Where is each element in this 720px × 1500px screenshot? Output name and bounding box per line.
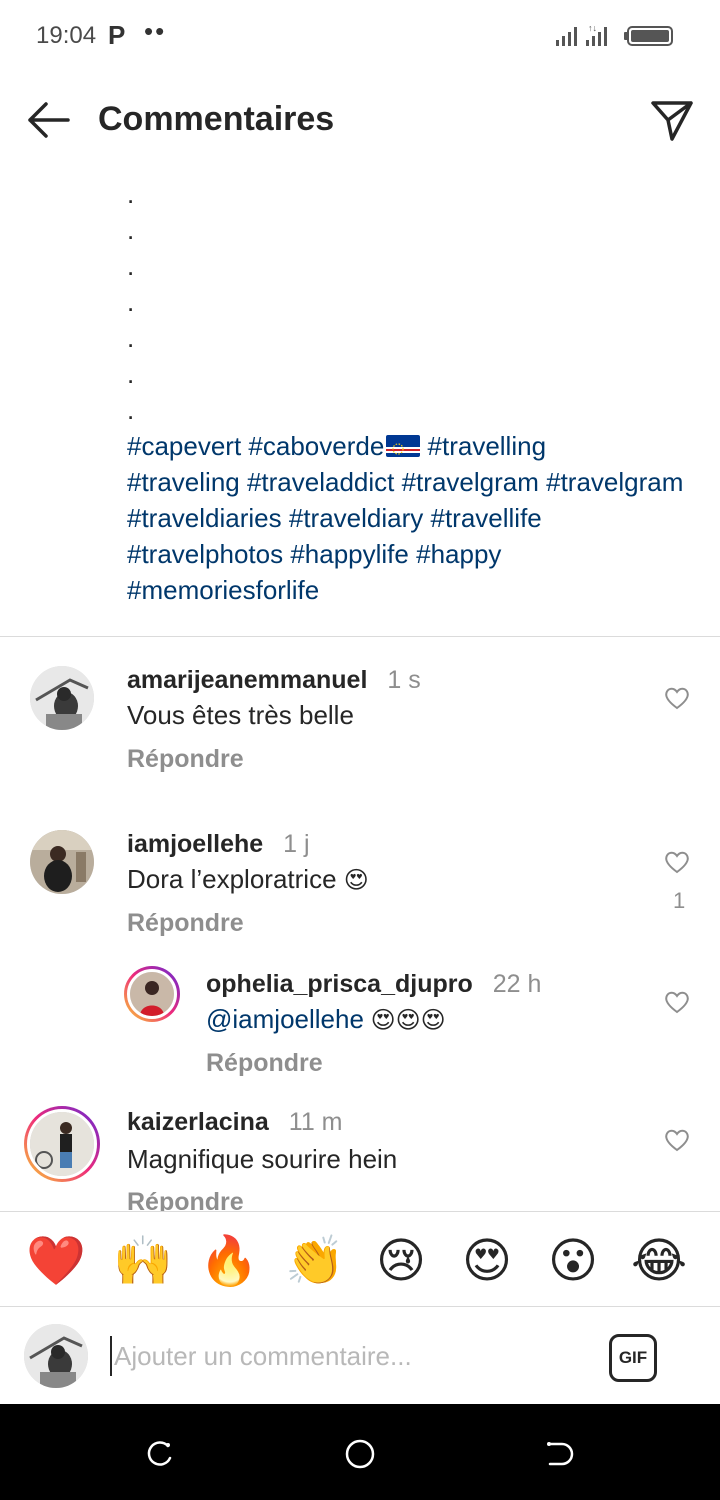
hashtag-links[interactable]: #capevert #caboverde [127,431,384,461]
caption-dot: . [127,251,135,281]
avatar-photo [127,969,177,1019]
clapping-emoji-button[interactable]: 👏 [285,1232,345,1292]
heart-icon[interactable] [664,990,690,1014]
arrow-left-icon[interactable] [24,96,72,144]
hashtags: #capevert #caboverde #travelling #travel… [127,428,687,608]
surprised-emoji-button[interactable]: 😮 [543,1232,603,1292]
caption-dot: . [127,359,135,389]
comment-time: 11 m [288,1108,343,1136]
avatar[interactable] [30,830,94,894]
comment-username[interactable]: amarijeanemmanuel [127,666,367,694]
avatar-photo [24,1324,88,1388]
caption-dot: . [127,395,135,425]
caption-dot: . [127,215,135,245]
recent-apps-icon[interactable] [144,1438,176,1470]
comment-composer: GIF [0,1308,720,1404]
status-time: 19:04 [36,22,97,49]
hashtag-links[interactable]: #travelling [420,431,547,461]
comment-text: @iamjoellehe 😍😍😍 [206,1004,446,1035]
comment-text: Vous êtes très belle [127,700,354,730]
avatar[interactable] [124,966,180,1022]
avatar[interactable] [24,1106,100,1182]
divider [0,636,720,637]
crying-emoji-button[interactable]: 😢 [371,1232,431,1292]
comment-time: 22 h [492,970,542,998]
paper-plane-icon[interactable] [650,98,694,142]
user-mention[interactable]: @iamjoellehe [206,1004,364,1034]
hashtag-links[interactable]: #traveling #traveladdict #travelgram [127,467,539,497]
comment-text: Magnifique sourire hein [127,1144,398,1174]
reply-button[interactable]: Répondre [127,745,244,774]
notification-dots: •• [144,16,167,46]
heart-icon[interactable] [664,1128,690,1152]
comment-reply-item: ophelia_prisca_djupro 22 h @iamjoellehe 😍… [0,964,720,1094]
comment-header: iamjoellehe 1 j [127,830,310,859]
avatar[interactable] [30,666,94,730]
page-title: Commentaires [98,100,335,138]
comment-header: kaizerlacina 11 m [127,1108,343,1137]
quick-emoji-bar: ❤️ 🙌 🔥 👏 😢 😍 😮 😂 [0,1211,720,1307]
gif-button[interactable]: GIF [609,1334,657,1382]
avatar-photo [30,666,94,730]
heart-eyes-emoji: 😍 [343,867,369,894]
back-icon[interactable] [544,1438,576,1470]
avatar-photo [27,1109,97,1179]
heart-eyes-emoji: 😍😍😍 [363,1007,446,1034]
raising-hands-emoji-button[interactable]: 🙌 [113,1232,173,1292]
comment-input[interactable] [110,1336,580,1376]
comment-header: ophelia_prisca_djupro 22 h [206,970,541,999]
reply-button[interactable]: Répondre [206,1049,323,1078]
heart-icon[interactable] [664,686,690,710]
header: Commentaires [0,72,720,168]
home-icon[interactable] [344,1438,376,1470]
status-bar: 19:04 P •• ↑↓ [0,0,720,72]
comment-item: kaizerlacina 11 m Magnifique sourire hein… [0,1104,720,1211]
comment-username[interactable]: kaizerlacina [127,1108,269,1136]
heart-icon[interactable] [664,850,690,874]
heart-eyes-emoji-button[interactable]: 😍 [457,1232,517,1292]
comment-text: Dora l’exploratrice 😍 [127,864,369,895]
comment-header: amarijeanemmanuel 1 s [127,666,421,695]
cape-verde-flag-icon [386,435,421,457]
comment-time: 1 j [283,830,310,858]
caption-dot: . [127,323,135,353]
caption-dot: . [127,287,135,317]
svg-text:↑↓: ↑↓ [588,23,597,33]
system-nav-bar [0,1404,720,1500]
comment-time: 1 s [387,666,421,694]
post-caption: . . . . . . . #capevert #caboverde #trav… [127,176,687,608]
tears-of-joy-emoji-button[interactable]: 😂 [629,1232,689,1292]
caption-dot: . [127,179,135,209]
comment-username[interactable]: iamjoellehe [127,830,263,858]
comment-item: iamjoellehe 1 j Dora l’exploratrice 😍 Rép… [0,824,720,964]
fire-emoji-button[interactable]: 🔥 [199,1232,259,1292]
reply-button[interactable]: Répondre [127,1188,244,1211]
like-count[interactable]: 1 [673,888,685,914]
reply-button[interactable]: Répondre [127,909,244,938]
comment-username[interactable]: ophelia_prisca_djupro [206,970,473,998]
heart-emoji-button[interactable]: ❤️ [26,1232,86,1292]
comment-item: amarijeanemmanuel 1 s Vous êtes très bell… [0,660,720,810]
parking-app-icon: P [108,20,126,50]
avatar-photo [30,830,94,894]
comment-text-body: Dora l’exploratrice [127,864,344,894]
signal-battery-icon: ↑↓ [556,23,673,46]
current-user-avatar [24,1324,88,1388]
